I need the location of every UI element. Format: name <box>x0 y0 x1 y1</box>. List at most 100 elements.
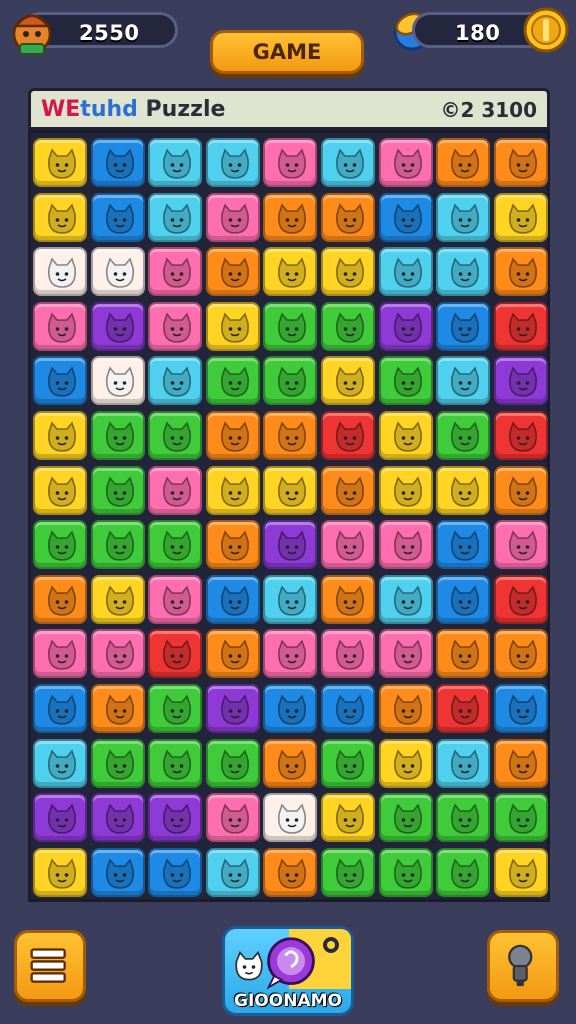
game-tile[interactable] <box>90 738 145 788</box>
game-tile[interactable] <box>321 793 375 843</box>
game-tile[interactable] <box>33 847 87 897</box>
game-tile[interactable] <box>321 247 375 297</box>
game-tile[interactable] <box>263 520 318 570</box>
game-tile[interactable] <box>205 247 260 297</box>
game-tile[interactable] <box>378 138 433 187</box>
game-tile[interactable] <box>321 411 375 460</box>
game-tile[interactable] <box>33 356 87 406</box>
game-tile[interactable] <box>436 411 491 460</box>
game-tile[interactable] <box>321 684 375 733</box>
game-tile[interactable] <box>436 138 491 187</box>
game-tile[interactable] <box>493 356 548 406</box>
menu-button[interactable] <box>14 930 86 1002</box>
game-tile[interactable] <box>378 629 433 679</box>
game-tile[interactable] <box>33 520 87 570</box>
game-tile[interactable] <box>378 192 433 242</box>
game-tile[interactable] <box>436 684 491 733</box>
game-tile[interactable] <box>493 247 548 297</box>
game-tile[interactable] <box>321 192 375 242</box>
game-tile[interactable] <box>436 629 491 679</box>
game-tile[interactable] <box>321 465 375 515</box>
game-tile[interactable] <box>436 793 491 843</box>
game-tile[interactable] <box>148 629 203 679</box>
game-tile[interactable] <box>205 301 260 351</box>
game-tile[interactable] <box>436 356 491 406</box>
game-tile[interactable] <box>90 465 145 515</box>
game-tile[interactable] <box>33 574 87 624</box>
player-avatar-icon[interactable] <box>8 4 56 56</box>
game-tile[interactable] <box>90 411 145 460</box>
game-tile[interactable] <box>263 574 318 624</box>
game-tile[interactable] <box>148 411 203 460</box>
game-tile[interactable] <box>263 138 318 187</box>
game-tile[interactable] <box>263 465 318 515</box>
game-tile[interactable] <box>436 738 491 788</box>
game-tile[interactable] <box>33 138 87 187</box>
game-tile[interactable] <box>148 138 203 187</box>
game-tile[interactable] <box>493 301 548 351</box>
game-tile[interactable] <box>263 411 318 460</box>
game-tile[interactable] <box>436 520 491 570</box>
game-tile[interactable] <box>148 738 203 788</box>
game-tile[interactable] <box>378 574 433 624</box>
game-tile[interactable] <box>263 629 318 679</box>
game-tile[interactable] <box>493 738 548 788</box>
game-tile[interactable] <box>33 793 87 843</box>
game-tile[interactable] <box>90 247 145 297</box>
game-tile[interactable] <box>263 793 318 843</box>
game-tile[interactable] <box>436 574 491 624</box>
game-tile[interactable] <box>205 520 260 570</box>
game-tile[interactable] <box>436 465 491 515</box>
game-tile[interactable] <box>148 684 203 733</box>
game-tile[interactable] <box>493 465 548 515</box>
game-tile[interactable] <box>263 356 318 406</box>
game-tile[interactable] <box>205 738 260 788</box>
game-tile[interactable] <box>378 356 433 406</box>
game-tile[interactable] <box>263 684 318 733</box>
game-tile[interactable] <box>205 192 260 242</box>
game-tile[interactable] <box>90 684 145 733</box>
game-tile[interactable] <box>33 465 87 515</box>
game-tile[interactable] <box>321 629 375 679</box>
game-tile[interactable] <box>90 847 145 897</box>
game-tile[interactable] <box>148 847 203 897</box>
game-tile[interactable] <box>378 247 433 297</box>
game-tile[interactable] <box>90 793 145 843</box>
game-tile[interactable] <box>436 247 491 297</box>
game-tile[interactable] <box>148 301 203 351</box>
game-tile[interactable] <box>205 684 260 733</box>
game-tile[interactable] <box>493 684 548 733</box>
game-tile[interactable] <box>321 738 375 788</box>
game-tile[interactable] <box>263 247 318 297</box>
game-tile[interactable] <box>378 793 433 843</box>
game-tile[interactable] <box>33 738 87 788</box>
hint-button[interactable] <box>487 930 559 1002</box>
game-tile[interactable] <box>436 301 491 351</box>
game-tile[interactable] <box>263 301 318 351</box>
game-tile[interactable] <box>205 356 260 406</box>
game-tile[interactable] <box>33 684 87 733</box>
game-tile[interactable] <box>378 301 433 351</box>
game-tile[interactable] <box>263 192 318 242</box>
game-tile[interactable] <box>205 574 260 624</box>
game-tile[interactable] <box>493 847 548 897</box>
game-tile[interactable] <box>378 738 433 788</box>
game-tile[interactable] <box>205 629 260 679</box>
game-tile[interactable] <box>493 793 548 843</box>
game-tile[interactable] <box>90 138 145 187</box>
game-tile[interactable] <box>493 411 548 460</box>
game-tile[interactable] <box>378 684 433 733</box>
game-tile[interactable] <box>33 301 87 351</box>
game-tile[interactable] <box>321 520 375 570</box>
game-tile[interactable] <box>321 138 375 187</box>
game-tile[interactable] <box>493 192 548 242</box>
game-tile[interactable] <box>148 356 203 406</box>
game-tile[interactable] <box>90 520 145 570</box>
coin-icon[interactable] <box>522 6 570 54</box>
game-tile[interactable] <box>321 574 375 624</box>
game-tile[interactable] <box>436 847 491 897</box>
game-tile[interactable] <box>493 574 548 624</box>
game-tile[interactable] <box>90 192 145 242</box>
game-tile[interactable] <box>321 847 375 897</box>
game-tile[interactable] <box>148 574 203 624</box>
